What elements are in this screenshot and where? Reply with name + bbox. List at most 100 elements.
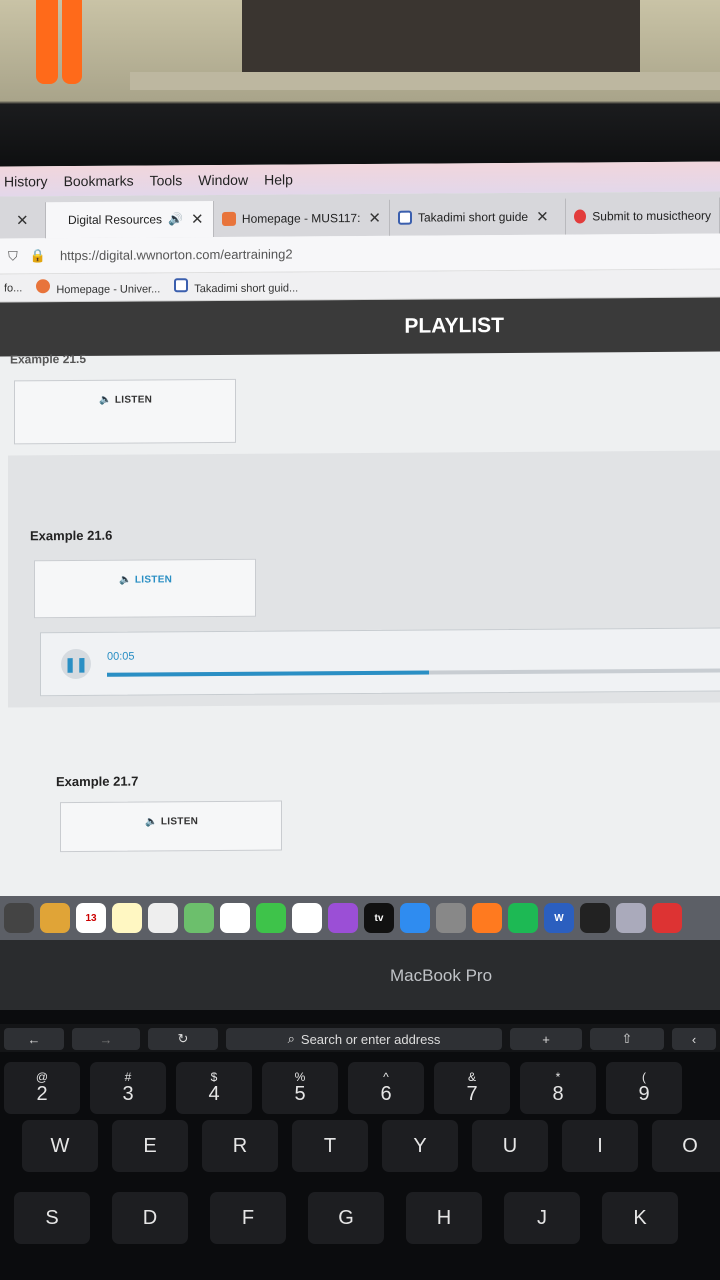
site-favicon-icon (222, 211, 236, 226)
system-preferences-icon[interactable] (436, 903, 466, 933)
photos-icon[interactable] (220, 903, 250, 933)
bookmark-takadimi[interactable]: Takadimi short guid... (174, 277, 298, 295)
example-title: Example 21.7 (56, 773, 139, 790)
tab-musictheory[interactable]: Submit to musictheory (566, 197, 720, 235)
bookmark-label: Homepage - Univer... (56, 283, 161, 297)
key-y[interactable]: Y (382, 1120, 458, 1172)
tab-homepage[interactable]: Homepage - MUS117: ✕ (214, 199, 390, 238)
facetime-icon[interactable] (256, 903, 286, 933)
search-address-button[interactable]: ⌕ Search or enter address (226, 1028, 502, 1050)
laptop-screen: History Bookmarks Tools Window Help ✕ Di… (0, 161, 720, 903)
key-s[interactable]: S (14, 1192, 90, 1244)
close-icon[interactable]: ✕ (16, 211, 29, 229)
tab-partial[interactable]: ✕ (0, 202, 46, 239)
pause-button[interactable]: ❚❚ (61, 648, 91, 680)
close-icon[interactable]: ✕ (536, 208, 549, 226)
url-text[interactable]: https://digital.wwnorton.com/eartraining… (60, 246, 293, 263)
bookmark-homepage[interactable]: Homepage - Univer... (36, 278, 160, 296)
app-store-icon[interactable] (400, 903, 430, 933)
reload-button[interactable]: ↻ (148, 1028, 218, 1050)
key-w[interactable]: W (22, 1120, 98, 1172)
key-6[interactable]: ^ 6 (348, 1062, 424, 1114)
speaker-icon[interactable]: 🔊 (168, 212, 183, 226)
laptop-bezel (0, 940, 720, 1010)
listen-button[interactable]: 🔈 LISTEN (34, 558, 256, 619)
siri-icon[interactable] (580, 903, 610, 933)
menu-tools[interactable]: Tools (150, 172, 183, 188)
notes-folder-icon[interactable] (40, 903, 70, 933)
key-k[interactable]: K (602, 1192, 678, 1244)
bookmark-item[interactable]: fo... (4, 282, 22, 294)
key-3[interactable]: #3 (90, 1062, 166, 1114)
key-8[interactable]: * 8 (520, 1062, 596, 1114)
example-title: Example 21.6 (30, 527, 113, 544)
tab-digital-resources[interactable]: Digital Resources 🔊 ✕ (46, 201, 214, 239)
preview-icon[interactable] (616, 903, 646, 933)
key-r[interactable]: R (202, 1120, 278, 1172)
new-tab-button[interactable]: + (510, 1028, 582, 1050)
key-f[interactable]: F (210, 1192, 286, 1244)
firefox-icon[interactable] (472, 903, 502, 933)
shield-icon[interactable]: ⛉ (8, 248, 18, 264)
key-9[interactable]: (9 (606, 1062, 682, 1114)
progress-track[interactable] (107, 668, 720, 677)
listen-button[interactable]: 🔈 LISTEN (14, 378, 236, 445)
key-t[interactable]: T (292, 1120, 368, 1172)
chevron-button[interactable]: ‹ (672, 1028, 716, 1050)
spotify-icon[interactable] (508, 903, 538, 933)
key-j[interactable]: J (504, 1192, 580, 1244)
key-e[interactable]: E (112, 1120, 188, 1172)
menu-bookmarks[interactable]: Bookmarks (64, 173, 134, 189)
lock-icon[interactable]: 🔒 (30, 248, 46, 264)
listen-button[interactable]: 🔈 LISTEN (60, 800, 282, 853)
address-bar[interactable]: ⛉ 🔒 https://digital.wwnorton.com/eartrai… (0, 233, 720, 275)
calendar-icon[interactable]: 13 (76, 903, 106, 933)
site-favicon-icon (36, 279, 51, 294)
touch-bar: ← → ↻ ⌕ Search or enter address + ⇧ ‹ (0, 1024, 720, 1052)
tv-icon[interactable]: tv (364, 903, 394, 933)
example-title: Example 21.5 (10, 351, 87, 367)
reminders-icon[interactable] (148, 903, 178, 933)
tab-label: Digital Resources (68, 212, 163, 228)
key-u[interactable]: U (472, 1120, 548, 1172)
key-4[interactable]: $4 (176, 1062, 252, 1114)
launchpad-icon[interactable] (4, 903, 34, 933)
shelf (130, 72, 720, 90)
key-o[interactable]: O (652, 1120, 720, 1172)
acrobat-icon[interactable] (652, 903, 682, 933)
back-button[interactable]: ← (4, 1028, 64, 1050)
maps-icon[interactable] (184, 903, 214, 933)
close-icon[interactable]: ✕ (368, 209, 381, 227)
key-h[interactable]: H (406, 1192, 482, 1244)
time-readout: 00:05 (107, 650, 135, 663)
playlist-header: PLAYLIST (0, 297, 720, 357)
forward-button[interactable]: → (72, 1028, 140, 1050)
close-icon[interactable]: ✕ (191, 210, 204, 228)
bookmark-label: Takadimi short guid... (194, 282, 299, 296)
podcasts-icon[interactable] (328, 903, 358, 933)
pause-icon: ❚❚ (64, 655, 88, 672)
key-g[interactable]: G (308, 1192, 384, 1244)
menu-help[interactable]: Help (264, 171, 293, 187)
music-icon[interactable] (292, 903, 322, 933)
tab-bar: ✕ Digital Resources 🔊 ✕ Homepage - MUS11… (0, 191, 720, 239)
page-content: PLAYLIST Example 21.5 🔈 LISTEN Example 2… (0, 297, 720, 903)
reddit-favicon-icon (574, 209, 587, 224)
share-button[interactable]: ⇧ (590, 1028, 664, 1050)
menu-window[interactable]: Window (198, 172, 248, 188)
tab-takadimi[interactable]: Takadimi short guide ✕ (390, 198, 566, 236)
orange-object (36, 0, 58, 84)
notes-icon[interactable] (112, 903, 142, 933)
listen-label: 🔈 LISTEN (99, 394, 153, 406)
grid-favicon-icon (398, 210, 412, 225)
audio-player: ❚❚ 00:05 (40, 627, 720, 697)
key-i[interactable]: I (562, 1120, 638, 1172)
key-7[interactable]: & 7 (434, 1062, 510, 1114)
key-5[interactable]: % 5 (262, 1062, 338, 1114)
menu-history[interactable]: History (4, 173, 48, 189)
key-2[interactable]: @2 (4, 1062, 80, 1114)
key-d[interactable]: D (112, 1192, 188, 1244)
word-icon[interactable]: W (544, 903, 574, 933)
search-icon: ⌕ (287, 1031, 295, 1046)
brand-label: MacBook Pro (390, 966, 493, 985)
